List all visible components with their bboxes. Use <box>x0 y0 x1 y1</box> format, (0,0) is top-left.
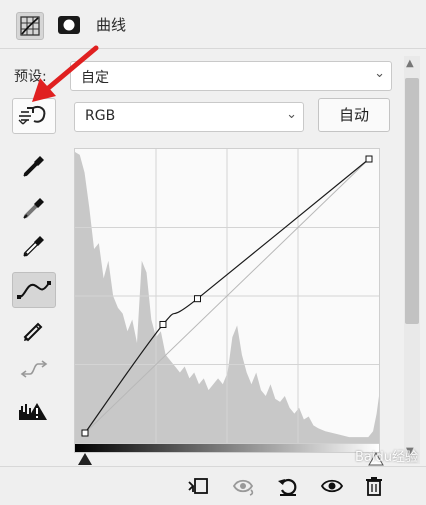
curve-graph-svg[interactable] <box>75 149 379 443</box>
white-point-eyedropper-icon[interactable] <box>18 232 48 258</box>
input-gradient-bar <box>74 443 380 453</box>
gray-point-eyedropper-icon[interactable] <box>18 194 48 220</box>
pencil-draw-icon[interactable] <box>18 316 48 342</box>
curves-adjustment-button[interactable] <box>16 12 44 40</box>
smooth-curve-icon[interactable] <box>18 356 48 382</box>
panel-title: 曲线 <box>96 16 127 34</box>
auto-button[interactable]: 自动 <box>318 98 390 132</box>
watermark: Baidu经验 <box>355 450 418 465</box>
view-previous-state-icon[interactable] <box>232 474 256 498</box>
curve-points-icon <box>17 281 51 299</box>
curves-adjustment-icon <box>20 16 40 36</box>
channel-select[interactable]: RGB ⌄ <box>74 102 304 132</box>
curve-control-point[interactable] <box>365 155 373 163</box>
scroll-up-icon[interactable]: ▲ <box>406 58 414 69</box>
clipping-warning-icon[interactable] <box>18 398 48 424</box>
clip-to-layer-icon[interactable] <box>186 474 210 498</box>
reset-icon[interactable] <box>276 474 300 498</box>
toggle-visibility-icon[interactable] <box>320 474 344 498</box>
black-point-slider[interactable] <box>76 452 94 466</box>
channel-value: RGB <box>85 108 116 124</box>
delete-icon[interactable] <box>362 474 386 498</box>
layer-mask-icon <box>58 16 80 34</box>
curve-points-tool[interactable] <box>12 272 56 308</box>
chevron-down-icon: ⌄ <box>286 107 297 122</box>
curve-control-point[interactable] <box>159 320 167 328</box>
black-point-eyedropper-icon[interactable] <box>18 152 48 178</box>
layer-mask-button[interactable] <box>56 12 82 38</box>
annotation-arrow-icon <box>32 45 99 102</box>
scrollbar-thumb[interactable] <box>405 78 419 324</box>
chevron-down-icon: ⌄ <box>374 66 385 81</box>
curve-control-point[interactable] <box>193 295 201 303</box>
curve-control-point[interactable] <box>81 429 89 437</box>
preset-select[interactable]: 自定 ⌄ <box>70 61 392 91</box>
curves-graph[interactable] <box>74 148 380 444</box>
